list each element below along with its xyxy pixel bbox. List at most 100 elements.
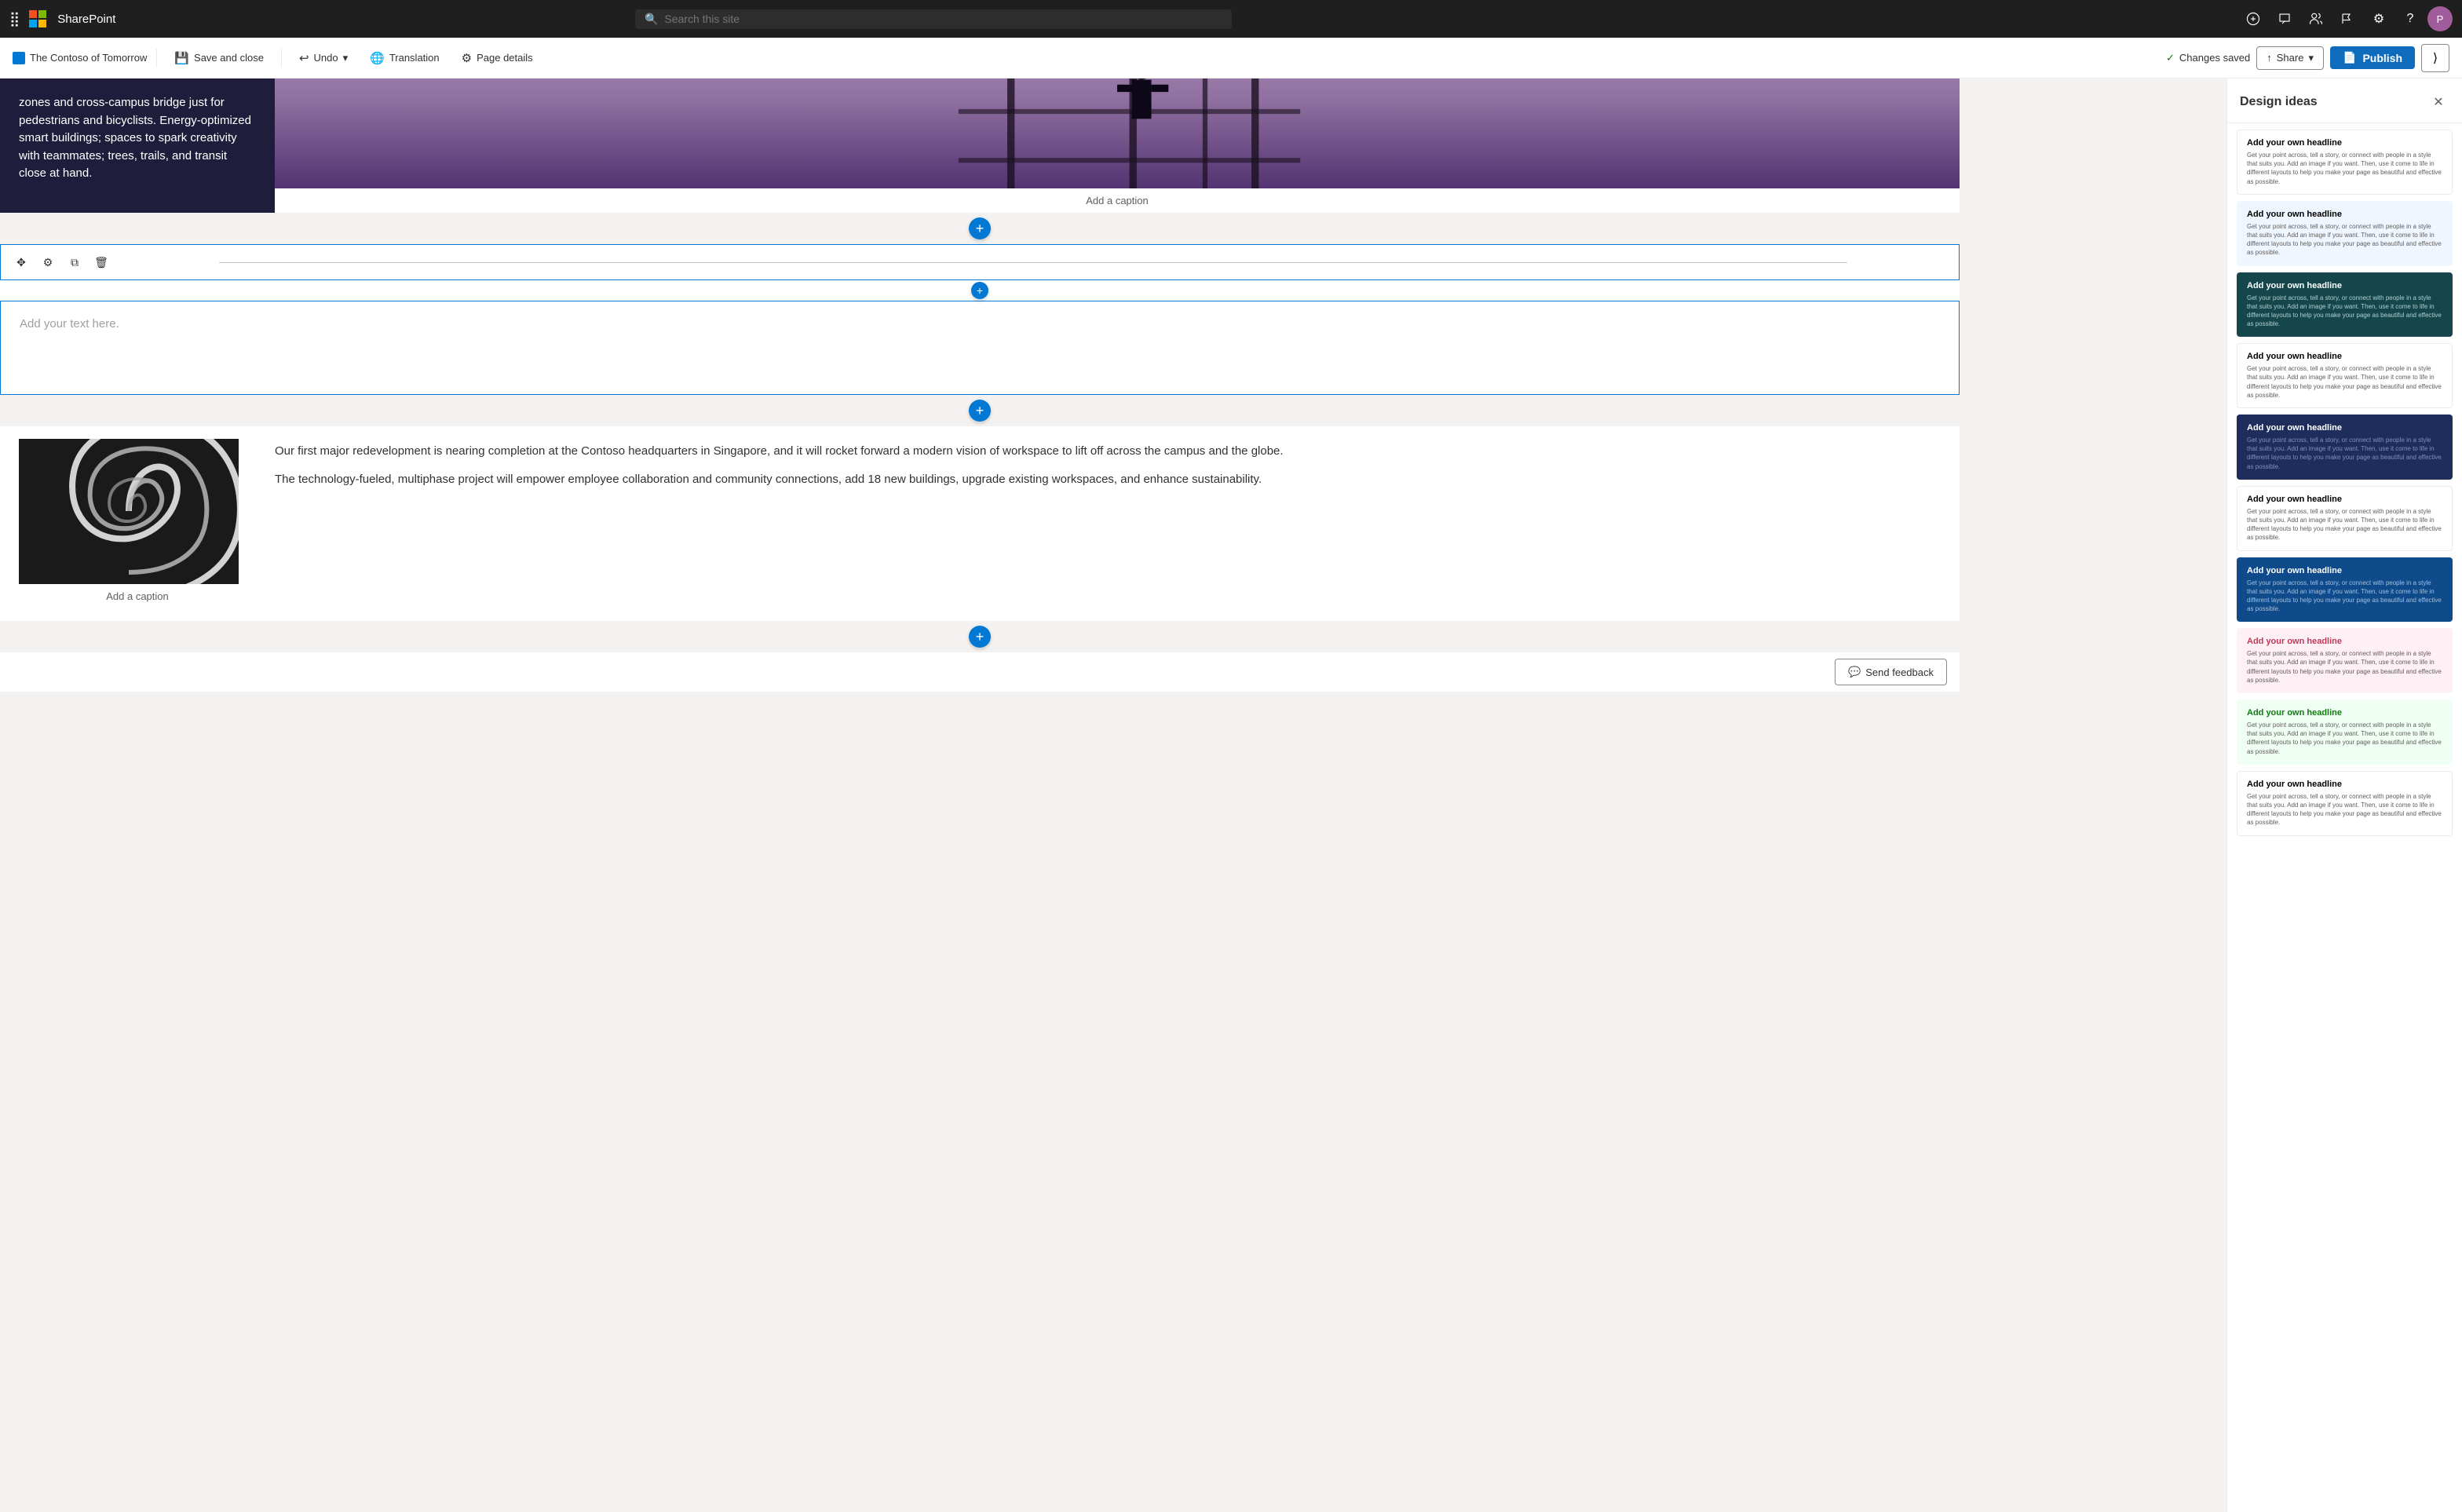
design-card-9[interactable]: Add your own headline Get your point acr… — [2237, 699, 2453, 765]
ms-logo-blue — [29, 20, 37, 27]
top-paragraph: zones and cross-campus bridge just for p… — [19, 94, 256, 183]
card-text-10: Get your point across, tell a story, or … — [2247, 792, 2442, 827]
design-card-10[interactable]: Add your own headline Get your point acr… — [2237, 771, 2453, 836]
page-details-label: Page details — [477, 52, 533, 64]
changes-saved-label: Changes saved — [2179, 52, 2250, 64]
card-text-2: Get your point across, tell a story, or … — [2247, 222, 2442, 257]
toolbar: The Contoso of Tomorrow 💾 Save and close… — [0, 38, 2462, 79]
section-controls: ✥ ⚙ ⧉ 🗑 — [0, 244, 1960, 280]
collapse-icon: ⟩ — [2433, 50, 2438, 66]
move-button[interactable]: ✥ — [10, 251, 32, 273]
collapse-button[interactable]: ⟩ — [2421, 44, 2449, 72]
share-chevron[interactable]: ▾ — [2308, 52, 2314, 64]
design-card-6[interactable]: Add your own headline Get your point acr… — [2237, 486, 2453, 551]
card-text-5: Get your point across, tell a story, or … — [2247, 436, 2442, 471]
send-feedback-bar: 💬 Send feedback — [0, 652, 1960, 692]
add-section-2: + — [0, 395, 1960, 426]
help-icon[interactable]: ? — [2396, 5, 2424, 33]
close-panel-button[interactable]: ✕ — [2427, 91, 2449, 113]
add-section-button-1[interactable]: + — [969, 217, 991, 239]
ms-logo-red — [29, 10, 37, 18]
lower-image-caption[interactable]: Add a caption — [19, 584, 256, 608]
undo-chevron[interactable]: ▾ — [343, 52, 349, 64]
design-card-2[interactable]: Add your own headline Get your point acr… — [2237, 201, 2453, 266]
top-nav-bar: ⣿ SharePoint 🔍 ⚙ ? P — [0, 0, 2462, 38]
design-card-5[interactable]: Add your own headline Get your point acr… — [2237, 415, 2453, 480]
design-card-3[interactable]: Add your own headline Get your point acr… — [2237, 272, 2453, 338]
add-section-3: + — [0, 621, 1960, 652]
settings-section-button[interactable]: ⚙ — [37, 251, 59, 273]
design-cards-list[interactable]: Add your own headline Get your point acr… — [2227, 123, 2462, 1512]
add-section-button-3[interactable]: + — [969, 626, 991, 648]
site-dot — [13, 52, 25, 64]
card-title-1: Add your own headline — [2247, 138, 2442, 148]
search-box[interactable]: 🔍 — [635, 9, 1232, 29]
design-card-1[interactable]: Add your own headline Get your point acr… — [2237, 130, 2453, 195]
flag-icon[interactable] — [2333, 5, 2362, 33]
card-title-5: Add your own headline — [2247, 423, 2442, 433]
page-details-button[interactable]: ⚙ Page details — [454, 46, 541, 70]
undo-button[interactable]: ↩ Undo ▾ — [291, 46, 356, 70]
panel-header: Design ideas ✕ — [2227, 79, 2462, 123]
save-close-label: Save and close — [194, 52, 264, 64]
design-card-8[interactable]: Add your own headline Get your point acr… — [2237, 628, 2453, 693]
lower-paragraph-1: Our first major redevelopment is nearing… — [275, 442, 1941, 461]
translation-label: Translation — [389, 52, 440, 64]
site-indicator: The Contoso of Tomorrow — [13, 52, 147, 64]
site-name: The Contoso of Tomorrow — [30, 52, 147, 64]
add-inner-section-button[interactable]: + — [971, 282, 988, 299]
panel-title: Design ideas — [2240, 95, 2318, 109]
search-icon: 🔍 — [645, 13, 658, 26]
copilot-icon[interactable] — [2239, 5, 2267, 33]
lower-section: Add a caption Our first major redevelopm… — [0, 426, 1960, 621]
card-title-2: Add your own headline — [2247, 210, 2442, 219]
toolbar-separator-1 — [156, 49, 157, 68]
add-section-button-2[interactable]: + — [969, 400, 991, 422]
delete-button[interactable]: 🗑 — [90, 251, 112, 273]
card-title-6: Add your own headline — [2247, 495, 2442, 504]
settings-icon[interactable]: ⚙ — [2365, 5, 2393, 33]
card-title-8: Add your own headline — [2247, 637, 2442, 646]
ms-logo-yellow — [38, 20, 46, 27]
text-section[interactable]: Add your text here. — [0, 301, 1960, 395]
save-close-button[interactable]: 💾 Save and close — [166, 46, 272, 70]
duplicate-button[interactable]: ⧉ — [64, 251, 86, 273]
publish-button[interactable]: 📄 Publish — [2330, 46, 2415, 69]
save-icon: 💾 — [174, 51, 189, 65]
card-title-10: Add your own headline — [2247, 780, 2442, 789]
waffle-icon[interactable]: ⣿ — [9, 11, 20, 27]
check-icon: ✓ — [2166, 52, 2175, 64]
card-title-9: Add your own headline — [2247, 708, 2442, 718]
main-area: zones and cross-campus bridge just for p… — [0, 79, 2462, 1512]
spiral-image — [19, 439, 239, 584]
nav-icons: ⚙ ? P — [2239, 5, 2453, 33]
card-text-6: Get your point across, tell a story, or … — [2247, 507, 2442, 542]
lower-caption-text: Add a caption — [106, 590, 169, 602]
card-text-1: Get your point across, tell a story, or … — [2247, 151, 2442, 186]
translation-button[interactable]: 🌐 Translation — [362, 46, 447, 70]
lower-image-col: Add a caption — [0, 426, 275, 621]
translation-icon: 🌐 — [370, 51, 385, 65]
chat-icon[interactable] — [2270, 5, 2299, 33]
toolbar-separator-2 — [281, 49, 282, 68]
top-image-caption[interactable]: Add a caption — [275, 188, 1960, 213]
share-icon: ↑ — [2267, 52, 2272, 64]
card-text-8: Get your point across, tell a story, or … — [2247, 649, 2442, 685]
page-editor[interactable]: zones and cross-campus bridge just for p… — [0, 79, 1960, 1512]
design-card-7[interactable]: Add your own headline Get your point acr… — [2237, 557, 2453, 623]
people-icon[interactable] — [2302, 5, 2330, 33]
avatar[interactable]: P — [2427, 6, 2453, 31]
feedback-label: Send feedback — [1865, 667, 1934, 678]
lower-paragraph-2: The technology-fueled, multiphase projec… — [275, 470, 1941, 489]
publish-label: Publish — [2362, 52, 2402, 64]
design-ideas-panel: Design ideas ✕ Add your own headline Get… — [2226, 79, 2462, 1512]
design-card-4[interactable]: Add your own headline Get your point acr… — [2237, 343, 2453, 408]
ms-logo-green — [38, 10, 46, 18]
send-feedback-button[interactable]: 💬 Send feedback — [1835, 659, 1947, 685]
card-title-7: Add your own headline — [2247, 566, 2442, 575]
text-placeholder: Add your text here. — [20, 317, 1940, 331]
share-label: Share — [2277, 52, 2304, 64]
search-input[interactable] — [664, 13, 1222, 25]
share-button[interactable]: ↑ Share ▾ — [2256, 46, 2324, 70]
undo-icon: ↩ — [299, 51, 309, 65]
